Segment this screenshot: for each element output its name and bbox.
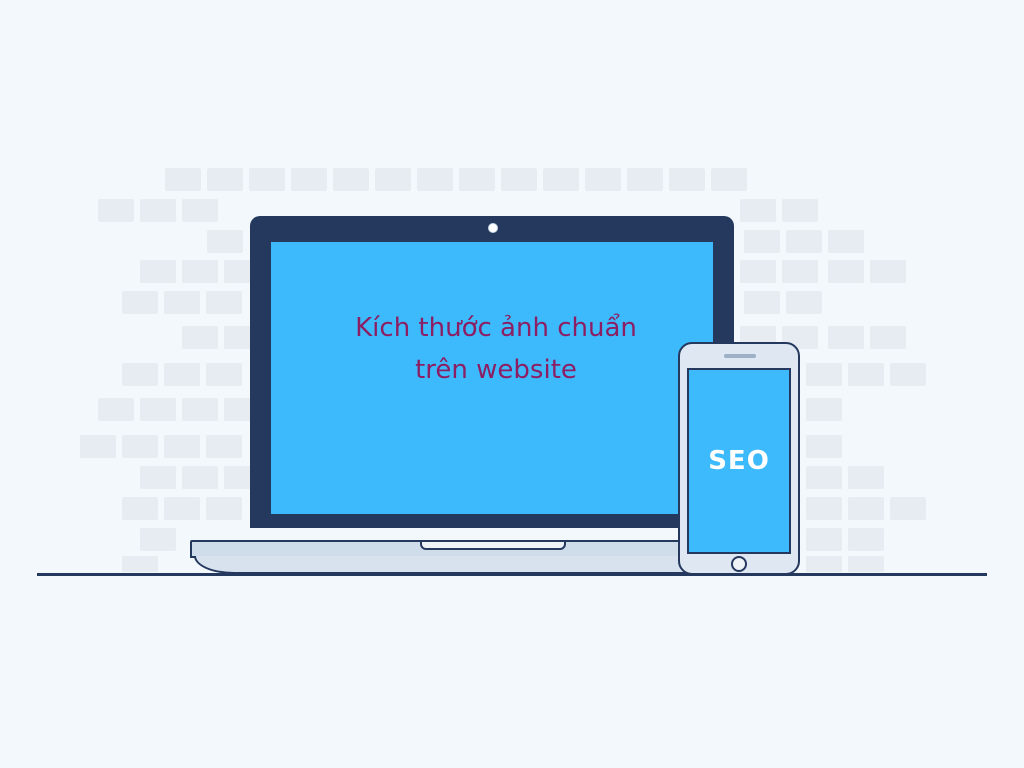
laptop-screen-text-line1: Kích thước ảnh chuẩn <box>355 313 637 343</box>
phone-speaker <box>724 354 756 358</box>
brick <box>80 435 116 458</box>
brick <box>782 199 818 222</box>
brick <box>848 466 884 489</box>
brick <box>417 168 453 191</box>
brick <box>806 497 842 520</box>
brick <box>890 363 926 386</box>
brick <box>806 398 842 421</box>
brick <box>585 168 621 191</box>
brick <box>806 363 842 386</box>
brick <box>870 326 906 349</box>
laptop-base-bottom <box>194 556 726 574</box>
brick <box>249 168 285 191</box>
brick <box>206 435 242 458</box>
webcam-icon <box>488 223 498 233</box>
brick <box>164 497 200 520</box>
brick <box>140 199 176 222</box>
brick <box>182 398 218 421</box>
brick <box>207 230 243 253</box>
brick <box>164 435 200 458</box>
brick <box>806 556 842 572</box>
laptop-trackpad-notch <box>420 540 566 550</box>
brick <box>206 497 242 520</box>
brick <box>806 528 842 551</box>
brick <box>164 363 200 386</box>
brick <box>98 398 134 421</box>
brick <box>711 168 747 191</box>
brick <box>140 260 176 283</box>
ground-line <box>37 573 987 576</box>
brick <box>182 260 218 283</box>
brick <box>786 230 822 253</box>
brick <box>206 363 242 386</box>
brick <box>182 199 218 222</box>
brick <box>740 260 776 283</box>
phone-screen: SEO <box>687 368 791 554</box>
brick <box>848 363 884 386</box>
brick <box>669 168 705 191</box>
brick <box>744 230 780 253</box>
brick <box>122 435 158 458</box>
brick <box>786 291 822 314</box>
brick <box>744 291 780 314</box>
laptop-screen-text: Kích thước ảnh chuẩn trên website <box>355 307 637 391</box>
brick <box>206 291 242 314</box>
brick <box>740 199 776 222</box>
brick <box>870 260 906 283</box>
brick <box>182 326 218 349</box>
brick <box>848 556 884 572</box>
brick <box>165 168 201 191</box>
phone-home-button <box>731 556 747 572</box>
brick <box>806 466 842 489</box>
brick <box>375 168 411 191</box>
brick <box>627 168 663 191</box>
brick <box>207 168 243 191</box>
brick <box>848 497 884 520</box>
brick <box>122 363 158 386</box>
laptop-screen-text-line2: trên website <box>415 355 577 385</box>
brick <box>122 556 158 572</box>
brick <box>828 260 864 283</box>
brick <box>140 398 176 421</box>
brick <box>140 528 176 551</box>
laptop-icon: Kích thước ảnh chuẩn trên website <box>250 216 734 528</box>
brick <box>782 260 818 283</box>
brick <box>543 168 579 191</box>
brick <box>98 199 134 222</box>
smartphone-icon: SEO <box>678 342 800 575</box>
brick <box>806 435 842 458</box>
brick <box>140 466 176 489</box>
brick <box>501 168 537 191</box>
laptop-screen: Kích thước ảnh chuẩn trên website <box>269 240 715 516</box>
seo-label: SEO <box>708 446 770 476</box>
brick <box>122 291 158 314</box>
brick <box>122 497 158 520</box>
brick <box>291 168 327 191</box>
brick <box>848 528 884 551</box>
brick <box>333 168 369 191</box>
brick <box>459 168 495 191</box>
brick <box>828 326 864 349</box>
brick <box>890 497 926 520</box>
brick <box>828 230 864 253</box>
brick <box>164 291 200 314</box>
brick <box>182 466 218 489</box>
